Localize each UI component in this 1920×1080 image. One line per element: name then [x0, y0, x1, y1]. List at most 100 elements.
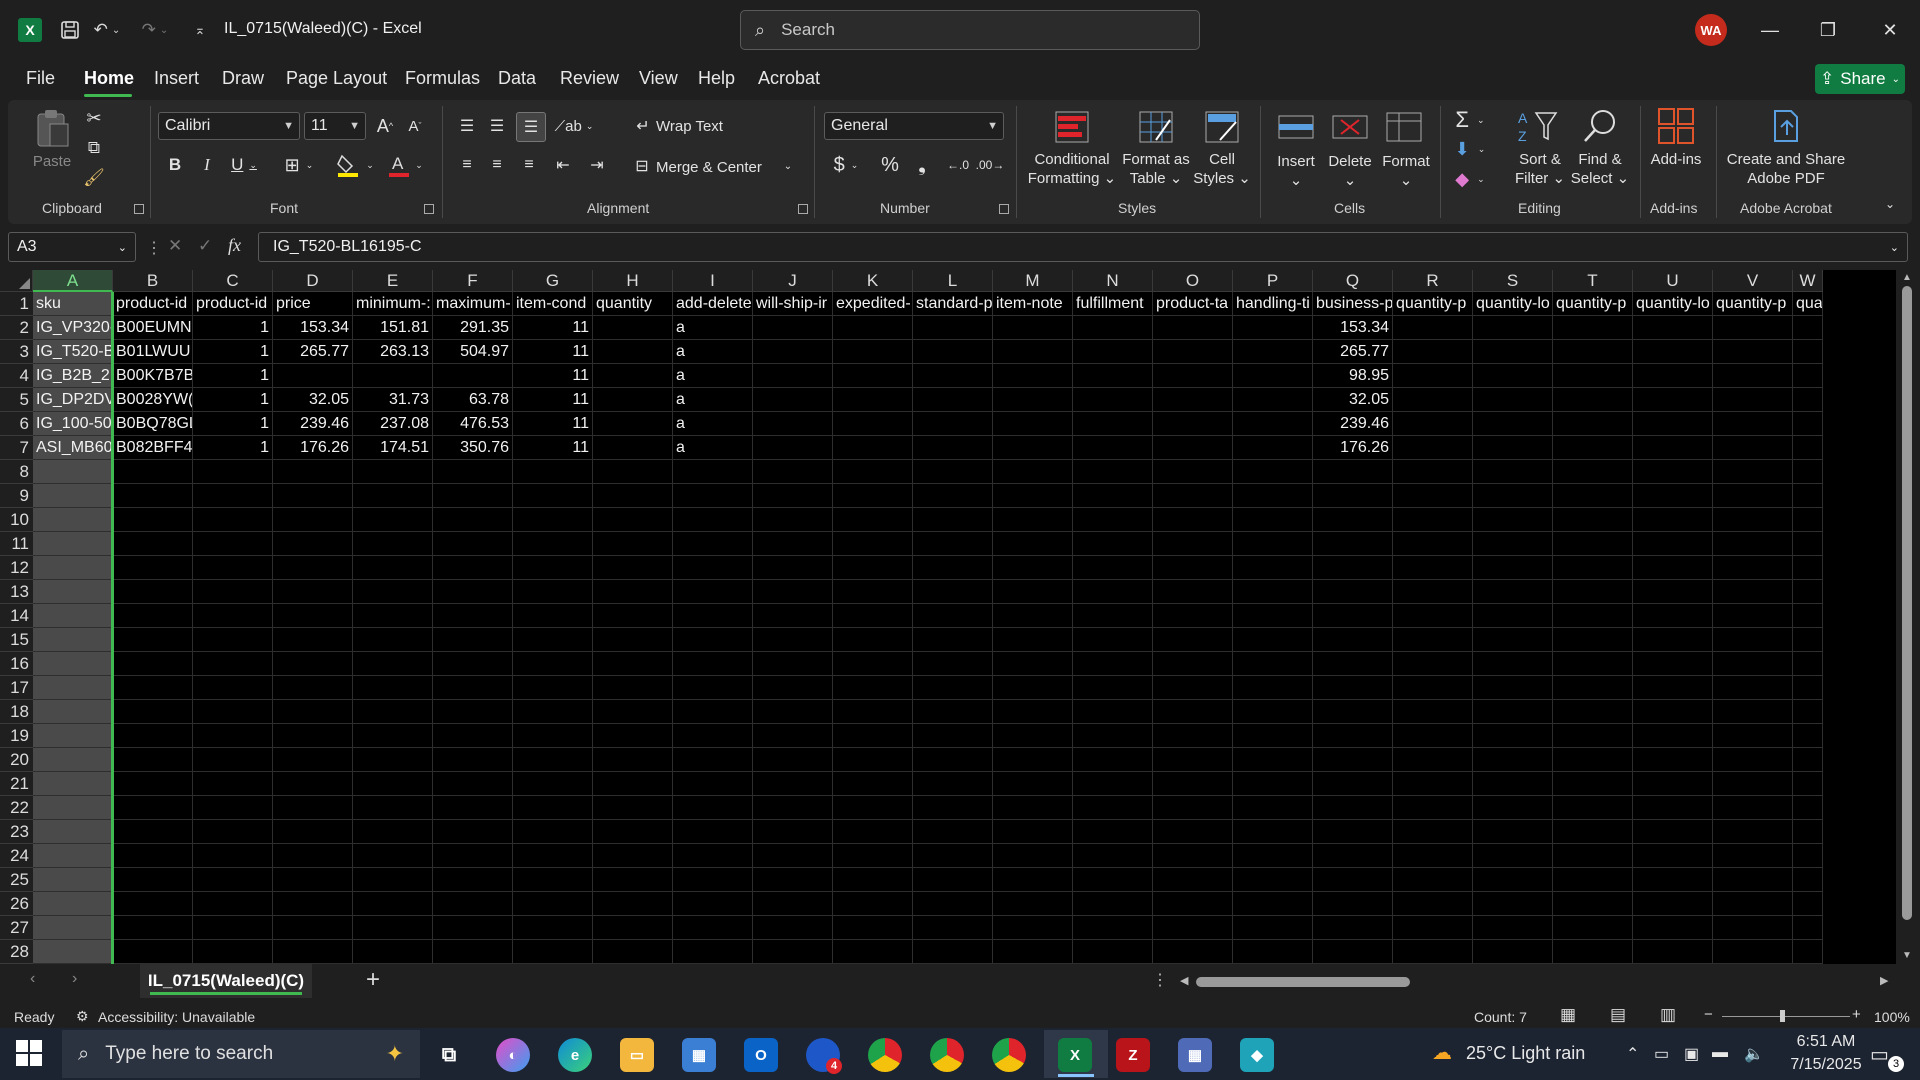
cell-r4[interactable] [1393, 364, 1473, 388]
cell-p21[interactable] [1233, 772, 1313, 796]
align-center-icon[interactable]: ≡ [484, 152, 510, 178]
cell-i3[interactable]: a [673, 340, 753, 364]
cell-l26[interactable] [913, 892, 993, 916]
cell-m6[interactable] [993, 412, 1073, 436]
cell-d25[interactable] [273, 868, 353, 892]
page-break-view-icon[interactable]: ▥ [1660, 1005, 1676, 1025]
number-launcher-icon[interactable] [999, 204, 1009, 214]
column-header-v[interactable]: V [1713, 270, 1793, 292]
cell-a5[interactable]: IG_DP2DV [33, 388, 113, 412]
cell-g4[interactable]: 11 [513, 364, 593, 388]
chrome-profile-3-icon[interactable] [992, 1038, 1026, 1072]
cell-m25[interactable] [993, 868, 1073, 892]
cell-l19[interactable] [913, 724, 993, 748]
cell-m22[interactable] [993, 796, 1073, 820]
cell-p5[interactable] [1233, 388, 1313, 412]
percent-icon[interactable]: % [876, 152, 904, 178]
zoom-out-icon[interactable]: − [1704, 1006, 1713, 1023]
cell-h7[interactable] [593, 436, 673, 460]
cell-n6[interactable] [1073, 412, 1153, 436]
cell-o6[interactable] [1153, 412, 1233, 436]
cell-a25[interactable] [33, 868, 113, 892]
menu-insert[interactable]: Insert [154, 68, 199, 89]
cell-f13[interactable] [433, 580, 513, 604]
zoom-level[interactable]: 100% [1874, 1009, 1910, 1025]
cell-p22[interactable] [1233, 796, 1313, 820]
vertical-scroll-thumb[interactable] [1902, 286, 1912, 920]
cell-n26[interactable] [1073, 892, 1153, 916]
cell-l27[interactable] [913, 916, 993, 940]
cell-b14[interactable] [113, 604, 193, 628]
cell-s24[interactable] [1473, 844, 1553, 868]
cell-a20[interactable] [33, 748, 113, 772]
cell-u18[interactable] [1633, 700, 1713, 724]
cell-v1[interactable]: quantity-p [1713, 292, 1793, 316]
cell-l8[interactable] [913, 460, 993, 484]
insert-cells-button[interactable]: Insert ⌄ [1270, 152, 1322, 190]
cell-e25[interactable] [353, 868, 433, 892]
cell-m28[interactable] [993, 940, 1073, 964]
delete-cells-button[interactable]: Delete ⌄ [1322, 152, 1378, 190]
cell-c8[interactable] [193, 460, 273, 484]
number-format-dropdown[interactable]: General ▼ [824, 112, 1004, 140]
cell-d4[interactable] [273, 364, 353, 388]
cell-c9[interactable] [193, 484, 273, 508]
cell-q12[interactable] [1313, 556, 1393, 580]
cell-w25[interactable] [1793, 868, 1823, 892]
column-header-m[interactable]: M [993, 270, 1073, 292]
cell-v21[interactable] [1713, 772, 1793, 796]
cell-i27[interactable] [673, 916, 753, 940]
cell-s11[interactable] [1473, 532, 1553, 556]
cell-g26[interactable] [513, 892, 593, 916]
cut-icon[interactable]: ✂ [82, 106, 106, 130]
cell-g3[interactable]: 11 [513, 340, 593, 364]
cell-q20[interactable] [1313, 748, 1393, 772]
cell-e9[interactable] [353, 484, 433, 508]
sort-filter-button[interactable]: Sort & Filter ⌄ [1508, 150, 1572, 188]
cell-b23[interactable] [113, 820, 193, 844]
cell-d20[interactable] [273, 748, 353, 772]
cell-s12[interactable] [1473, 556, 1553, 580]
row-header-23[interactable]: 23 [0, 820, 33, 844]
cell-b9[interactable] [113, 484, 193, 508]
cell-s10[interactable] [1473, 508, 1553, 532]
cell-u24[interactable] [1633, 844, 1713, 868]
cell-l1[interactable]: standard-p [913, 292, 993, 316]
fill-icon[interactable]: ⬇ ⌄ [1450, 136, 1490, 162]
cell-i20[interactable] [673, 748, 753, 772]
cell-o13[interactable] [1153, 580, 1233, 604]
cell-w4[interactable] [1793, 364, 1823, 388]
font-color-icon[interactable]: A ⌄ [384, 150, 426, 180]
formula-input[interactable]: IG_T520-BL16195-C ⌄ [258, 232, 1908, 262]
cell-v16[interactable] [1713, 652, 1793, 676]
cell-c1[interactable]: product-id [193, 292, 273, 316]
cell-o12[interactable] [1153, 556, 1233, 580]
cell-j21[interactable] [753, 772, 833, 796]
cell-j15[interactable] [753, 628, 833, 652]
cell-r11[interactable] [1393, 532, 1473, 556]
cell-e20[interactable] [353, 748, 433, 772]
cell-o11[interactable] [1153, 532, 1233, 556]
calculator-icon[interactable]: ▦ [1178, 1038, 1212, 1072]
row-header-26[interactable]: 26 [0, 892, 33, 916]
cell-w17[interactable] [1793, 676, 1823, 700]
cell-q1[interactable]: business-p [1313, 292, 1393, 316]
cell-g23[interactable] [513, 820, 593, 844]
cell-g15[interactable] [513, 628, 593, 652]
cell-m16[interactable] [993, 652, 1073, 676]
cell-g11[interactable] [513, 532, 593, 556]
cell-c26[interactable] [193, 892, 273, 916]
cell-b6[interactable]: B0BQ78GL [113, 412, 193, 436]
cell-v12[interactable] [1713, 556, 1793, 580]
orientation-icon[interactable]: ⟋ab ⌄ [554, 114, 594, 138]
fill-color-icon[interactable]: ⌄ [334, 150, 376, 180]
cell-n9[interactable] [1073, 484, 1153, 508]
cell-m26[interactable] [993, 892, 1073, 916]
cell-g21[interactable] [513, 772, 593, 796]
cell-s16[interactable] [1473, 652, 1553, 676]
cell-v28[interactable] [1713, 940, 1793, 964]
cell-o20[interactable] [1153, 748, 1233, 772]
redo-icon[interactable]: ↷ ⌄ [140, 16, 170, 44]
cell-b25[interactable] [113, 868, 193, 892]
row-header-7[interactable]: 7 [0, 436, 33, 460]
